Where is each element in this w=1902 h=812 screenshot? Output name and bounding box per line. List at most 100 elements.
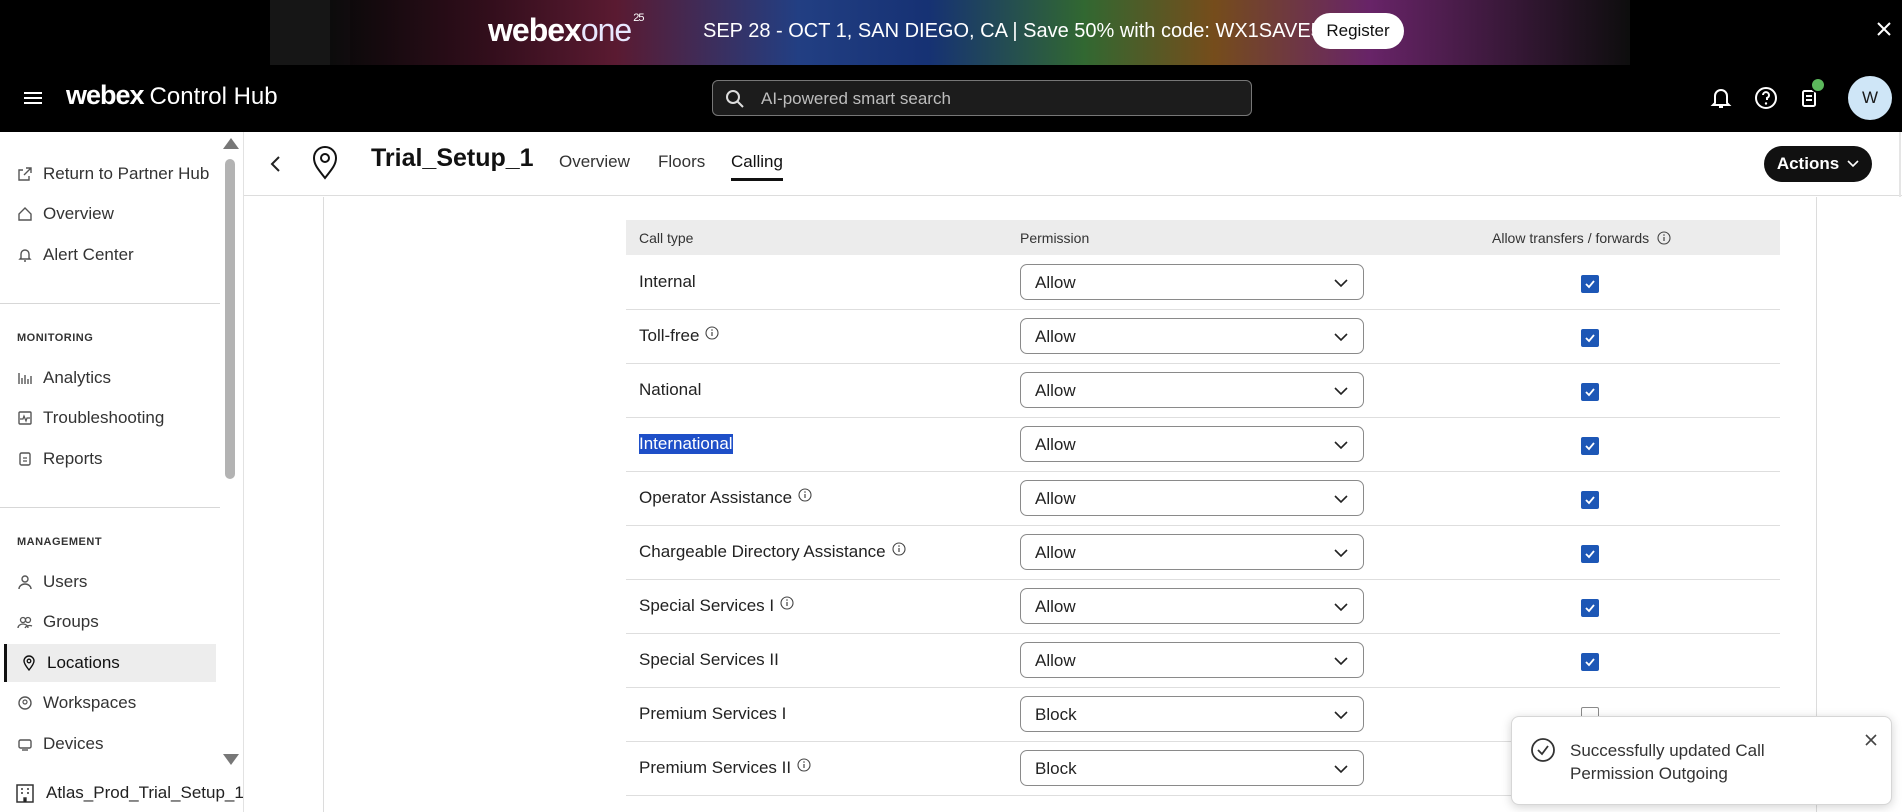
sidebar-item-locations[interactable]: Locations [4, 644, 216, 682]
external-link-icon [18, 167, 32, 181]
allow-transfer-checkbox[interactable] [1581, 275, 1599, 293]
column-header-permission: Permission [1020, 230, 1090, 246]
actions-button[interactable]: Actions [1764, 146, 1872, 182]
permission-select[interactable]: Allow [1020, 642, 1364, 678]
info-icon[interactable] [705, 326, 720, 340]
device-icon [18, 739, 32, 751]
call-type-label: Special Services I [639, 596, 775, 615]
sidebar-item-groups[interactable]: Groups [0, 603, 216, 641]
sidebar-item-devices[interactable]: Devices [0, 725, 216, 763]
call-type-label: Internal [639, 272, 696, 291]
call-type-cell: Premium Services II [639, 758, 811, 778]
call-type-cell: National [639, 380, 701, 400]
table-row: Special Services I Allow [626, 580, 1780, 634]
checkmark-icon [1585, 496, 1595, 505]
checkmark-icon [1585, 334, 1595, 343]
help-icon[interactable] [1753, 85, 1779, 111]
back-arrow-icon[interactable] [262, 150, 290, 178]
scroll-down-arrow-icon[interactable] [223, 754, 239, 765]
info-icon[interactable] [780, 596, 794, 610]
column-header-transfers: Allow transfers / forwards [1492, 230, 1671, 246]
permission-select[interactable]: Allow [1020, 480, 1364, 516]
permission-select[interactable]: Allow [1020, 318, 1364, 354]
sidebar-item-users[interactable]: Users [0, 563, 216, 601]
location-pin-icon [23, 655, 35, 671]
avatar[interactable]: W [1848, 76, 1892, 120]
info-icon[interactable] [1657, 231, 1671, 245]
call-type-label: National [639, 380, 702, 399]
banner-text: SEP 28 - OCT 1, SAN DIEGO, CA | Save 50%… [703, 20, 1333, 42]
checkmark-icon [1585, 388, 1595, 397]
call-type-label: Chargeable Directory Assistance [639, 542, 886, 561]
app-header: webexControl Hub W [0, 65, 1902, 132]
permission-value: Allow [1035, 597, 1076, 616]
close-icon[interactable] [1862, 731, 1880, 749]
permission-select[interactable]: Block [1020, 696, 1364, 732]
search-icon [726, 90, 744, 108]
scroll-up-arrow-icon[interactable] [223, 138, 239, 149]
permission-select[interactable]: Allow [1020, 264, 1364, 300]
tab-calling[interactable]: Calling [731, 152, 783, 181]
permission-select[interactable]: Allow [1020, 426, 1364, 462]
call-type-cell: Special Services I [639, 596, 794, 616]
permission-value: Allow [1035, 543, 1076, 562]
sidebar-item-overview[interactable]: Overview [0, 195, 216, 233]
call-type-label: International [639, 434, 733, 454]
permission-select[interactable]: Allow [1020, 372, 1364, 408]
table-row: Operator Assistance Allow [626, 472, 1780, 526]
table-row: Internal Allow [626, 256, 1780, 310]
sidebar-item-workspaces[interactable]: Workspaces [0, 684, 216, 722]
permission-value: Allow [1035, 489, 1076, 508]
page-header: Trial_Setup_1 Overview Floors Calling Ac… [244, 132, 1902, 196]
sidebar-item-alert-center[interactable]: Alert Center [0, 236, 216, 274]
home-icon [18, 207, 32, 221]
allow-transfer-checkbox[interactable] [1581, 491, 1599, 509]
info-icon[interactable] [798, 488, 812, 502]
scrollbar-thumb[interactable] [225, 159, 235, 479]
bar-chart-icon [18, 373, 32, 384]
permission-value: Allow [1035, 435, 1076, 454]
chevron-down-icon [1334, 549, 1348, 558]
call-type-cell: Premium Services I [639, 704, 786, 724]
permission-value: Allow [1035, 327, 1076, 346]
page-title: Trial_Setup_1 [371, 144, 534, 172]
sidebar-item-troubleshooting[interactable]: Troubleshooting [0, 399, 216, 437]
section-header-monitoring: MONITORING [17, 332, 94, 344]
menu-icon[interactable] [24, 89, 42, 107]
sidebar-item-return-to-partner-hub[interactable]: Return to Partner Hub [0, 155, 216, 193]
chevron-down-icon [1334, 387, 1348, 396]
register-button[interactable]: Register [1312, 13, 1404, 49]
allow-transfer-checkbox[interactable] [1581, 545, 1599, 563]
allow-transfer-checkbox[interactable] [1581, 437, 1599, 455]
org-switcher[interactable]: Atlas_Prod_Trial_Setup_1 [14, 782, 243, 804]
checkmark-icon [1585, 658, 1595, 667]
sidebar-item-reports[interactable]: Reports [0, 440, 216, 478]
sidebar-item-analytics[interactable]: Analytics [0, 359, 216, 397]
info-icon[interactable] [892, 542, 906, 556]
allow-transfer-checkbox[interactable] [1581, 653, 1599, 671]
close-icon[interactable] [1874, 20, 1894, 40]
report-icon [19, 452, 31, 466]
table-row: Toll-free Allow [626, 310, 1780, 364]
bell-icon[interactable] [1708, 85, 1734, 111]
tab-floors[interactable]: Floors [658, 152, 705, 178]
tab-overview[interactable]: Overview [559, 152, 630, 178]
search-input[interactable] [761, 87, 1231, 111]
allow-transfer-checkbox[interactable] [1581, 599, 1599, 617]
permission-select[interactable]: Allow [1020, 534, 1364, 570]
permission-select[interactable]: Allow [1020, 588, 1364, 624]
allow-transfer-checkbox[interactable] [1581, 329, 1599, 347]
table-row: International Allow [626, 418, 1780, 472]
info-icon[interactable] [797, 758, 811, 772]
call-type-label: Toll-free [639, 326, 700, 345]
permission-select[interactable]: Block [1020, 750, 1364, 786]
chevron-down-icon [1334, 711, 1348, 720]
building-icon [16, 784, 34, 803]
sidebar-divider [0, 507, 220, 508]
call-type-label: Special Services II [639, 650, 779, 669]
workspace-icon [18, 696, 32, 710]
chevron-down-icon [1847, 160, 1859, 168]
smart-search[interactable] [712, 80, 1252, 116]
bell-icon [18, 249, 32, 262]
allow-transfer-checkbox[interactable] [1581, 383, 1599, 401]
